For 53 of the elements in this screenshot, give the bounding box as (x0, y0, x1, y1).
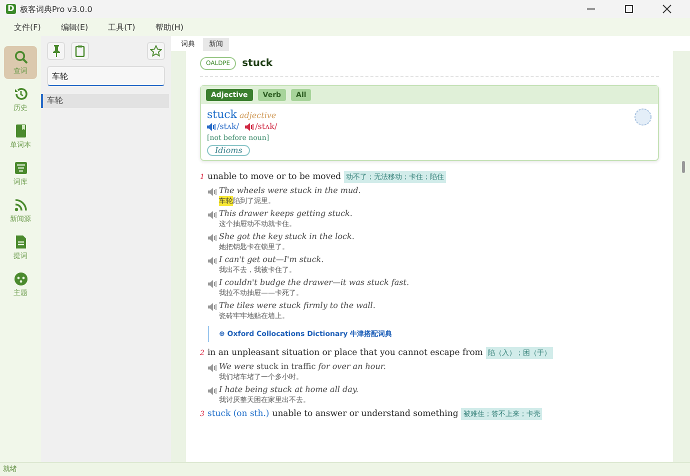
pin-icon (52, 45, 60, 57)
menu-item[interactable]: 工具(T) (98, 22, 146, 32)
example-sentence: We were stuck in traffic for over an hour. (219, 361, 386, 372)
star-icon (150, 45, 162, 57)
stamp-icon (634, 108, 652, 126)
speaker-icon[interactable] (208, 303, 217, 311)
search-icon (14, 50, 28, 64)
entry-word: stuck (207, 108, 237, 121)
definition: in an unpleasant situation or place that you cannot escape from (207, 348, 483, 358)
rss-icon (14, 198, 28, 212)
speaker-icon (245, 122, 254, 130)
pronunciation[interactable]: /stʌk/ (245, 122, 278, 131)
speaker-icon[interactable] (208, 257, 217, 265)
app-logo-icon: D (6, 4, 16, 14)
example-sentence: This drawer keeps getting stuck. (219, 208, 352, 219)
speaker-icon (207, 122, 216, 130)
result-item[interactable]: 车轮 (41, 94, 169, 108)
definition: unable to answer or understand something (272, 409, 458, 419)
headword: stuck (242, 58, 273, 69)
pronunciation[interactable]: /stʌk/ (207, 122, 240, 131)
close-icon[interactable] (662, 4, 672, 14)
speaker-icon[interactable] (208, 364, 217, 372)
history-icon (14, 86, 28, 100)
clipboard-icon (75, 45, 85, 57)
part-of-speech: adjective (240, 111, 276, 120)
menu-item[interactable]: 帮助(H) (145, 22, 194, 32)
example-sentence: The wheels were stuck in the mud. (219, 185, 361, 196)
scrollbar-thumb[interactable] (682, 161, 685, 173)
menu-item[interactable]: 编辑(E) (50, 22, 98, 32)
speaker-icon[interactable] (208, 188, 217, 196)
example-sentence: I hate being stuck at home all day. (219, 384, 358, 395)
clipboard-button[interactable] (71, 42, 89, 60)
example-sentence: I can't get out—I'm stuck. (219, 254, 324, 265)
speaker-icon[interactable] (208, 280, 217, 288)
maximize-icon[interactable] (624, 4, 634, 14)
library-icon (14, 160, 28, 174)
favorite-button[interactable] (147, 42, 165, 60)
idioms-button[interactable]: Idioms (207, 145, 250, 156)
document-icon (14, 234, 26, 248)
speaker-icon[interactable] (208, 387, 217, 395)
menu-item[interactable]: 文件(F) (4, 22, 51, 32)
pin-button[interactable] (47, 42, 65, 60)
palette-icon (14, 272, 28, 286)
definition: unable to move or to be moved (207, 172, 342, 182)
example-sentence: I couldn't budge the drawer—it was stuck fast. (219, 277, 410, 288)
example-sentence: The tiles were stuck firmly to the wall. (219, 300, 376, 311)
speaker-icon[interactable] (208, 211, 217, 219)
search-field[interactable]: 车轮 (47, 66, 165, 86)
book-icon (14, 124, 26, 138)
window-title: 极客词典Pro v3.0.0 (20, 4, 92, 14)
speaker-icon[interactable] (208, 234, 217, 242)
phrase: stuck (on sth.) (207, 409, 270, 419)
example-sentence: She got the key stuck in the lock. (219, 231, 354, 242)
